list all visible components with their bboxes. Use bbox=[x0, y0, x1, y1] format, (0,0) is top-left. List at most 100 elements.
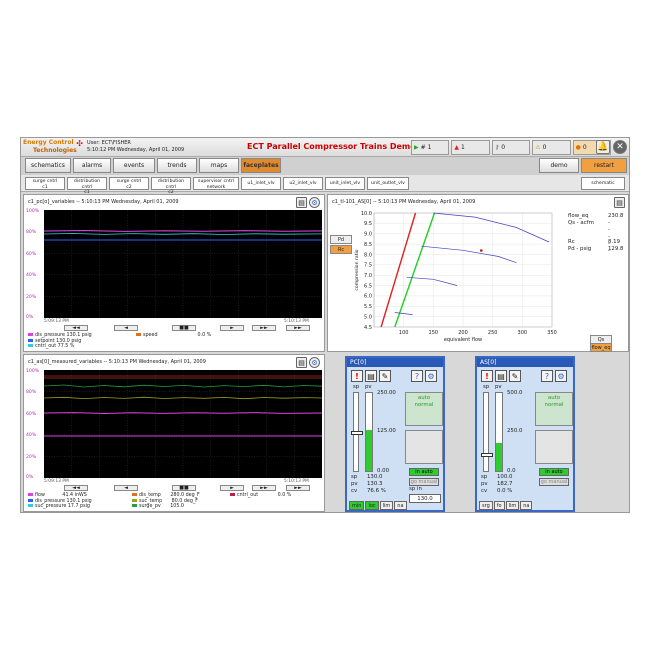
sp-slider-handle[interactable] bbox=[481, 453, 493, 457]
mode-srg-button[interactable]: srg bbox=[479, 501, 493, 510]
nav-trends[interactable]: trends bbox=[157, 158, 197, 173]
live-button[interactable]: ►► bbox=[286, 325, 310, 331]
surge-map-title: c1_tl-101_AS[0] -- 5:10:13 PM Wednesday,… bbox=[332, 199, 476, 205]
mode-lim-button[interactable]: lim bbox=[379, 501, 394, 510]
in-auto-button[interactable]: in auto bbox=[409, 468, 439, 476]
trend-icon[interactable]: ▤ bbox=[365, 370, 377, 382]
print-icon[interactable]: ▤ bbox=[296, 357, 307, 368]
in-auto-button[interactable]: in auto bbox=[539, 468, 569, 476]
demo-button[interactable]: demo bbox=[539, 158, 579, 173]
go-manual-button[interactable]: go manual bbox=[539, 478, 569, 486]
logo-mark-icon: ✣ bbox=[76, 139, 83, 148]
nav-schematics[interactable]: schematics bbox=[25, 158, 71, 173]
mode-loc-button[interactable]: loc bbox=[365, 501, 379, 510]
help-icon[interactable]: ? bbox=[541, 370, 553, 382]
trend-plot-pc[interactable] bbox=[44, 210, 322, 318]
subnav-unit-outlet[interactable]: unit_outlet_vlv bbox=[367, 177, 409, 190]
status-panel bbox=[405, 430, 443, 464]
go-manual-button[interactable]: go manual bbox=[409, 478, 439, 486]
faceplate-title: AS[0] bbox=[477, 358, 573, 367]
status-alarm[interactable]: ▲ 1 bbox=[451, 140, 490, 155]
subnav-supervisor[interactable]: supervisor cntrl network bbox=[193, 177, 239, 190]
subnav-surge-c1[interactable]: surge cntrl c1 bbox=[25, 177, 65, 190]
alarm-icon[interactable]: ! bbox=[481, 370, 493, 382]
faceplate-subnav: surge cntrl c1 distribution cntrl c1 surge… bbox=[21, 175, 629, 195]
x-tick-label: 100 bbox=[399, 330, 409, 336]
subnav-dist-c1[interactable]: distribution cntrl c1 bbox=[67, 177, 107, 195]
subnav-dist-c2[interactable]: distribution cntrl c2 bbox=[151, 177, 191, 195]
forward-button[interactable]: ► bbox=[220, 325, 244, 331]
settings-icon[interactable]: ⚙ bbox=[425, 370, 437, 382]
mode-status: auto normal bbox=[535, 392, 573, 426]
mode-status: auto normal bbox=[405, 392, 443, 426]
surge-map-panel: c1_tl-101_AS[0] -- 5:10:13 PM Wednesday,… bbox=[327, 194, 629, 352]
flow-eq-button[interactable]: flow_eq bbox=[590, 343, 612, 352]
nav-alarms[interactable]: alarms bbox=[73, 158, 111, 173]
y-tick-labels: 100% 80% 60% 40% 20% 0% bbox=[26, 209, 40, 320]
subnav-unit-inlet[interactable]: unit_inlet_vlv bbox=[325, 177, 365, 190]
nav-events[interactable]: events bbox=[113, 158, 155, 173]
subnav-u1-inlet[interactable]: u1_inlet_vlv bbox=[241, 177, 281, 190]
y-tick-label: 9.0 bbox=[364, 232, 372, 238]
mode-min-button[interactable]: min bbox=[349, 501, 365, 510]
trend-icon[interactable]: ▤ bbox=[495, 370, 507, 382]
settings-icon[interactable]: ⚙ bbox=[309, 197, 320, 208]
faceplate-pc: PC[0] ! ▤ ✎ ? ⚙ sp pv 250.00 125.00 0.00… bbox=[345, 356, 445, 512]
forward-button[interactable]: ► bbox=[220, 485, 244, 491]
forward-fast-button[interactable]: ►► bbox=[252, 485, 276, 491]
pv-bar bbox=[495, 392, 503, 472]
status-warning[interactable]: ⚠ 0 bbox=[532, 140, 571, 155]
tune-icon[interactable]: ✎ bbox=[379, 370, 391, 382]
legend-col2: dis_temp 280.0 deg_F suc_temp 80.0 deg_F… bbox=[132, 493, 200, 510]
pv-bar-fill bbox=[366, 430, 372, 471]
status-flag[interactable]: ▶ #1 bbox=[411, 140, 450, 155]
trend-plot-as[interactable] bbox=[44, 370, 322, 478]
surge-map-chart[interactable]: 100 150 200 250 300 350 4.5 5.0 5.5 6.0 6.5 7.0 7.5 8… bbox=[352, 209, 560, 349]
settings-icon[interactable]: ⚙ bbox=[555, 370, 567, 382]
legend-right: speed 0.0 % bbox=[136, 333, 211, 339]
sp-bar[interactable] bbox=[351, 392, 363, 472]
mode-na-button[interactable]: na bbox=[394, 501, 407, 510]
mode-fo-button[interactable]: fo bbox=[493, 501, 505, 510]
restart-button[interactable]: restart bbox=[581, 158, 627, 173]
alarm-icon[interactable]: ! bbox=[351, 370, 363, 382]
warning-icon: ⚠ bbox=[535, 144, 541, 151]
app-title: ECT Parallel Compressor Trains Demo bbox=[247, 142, 416, 151]
schematic-button[interactable]: schematic bbox=[581, 177, 625, 190]
user-label: User: ECT\FISHER bbox=[87, 140, 131, 146]
status-key[interactable]: ⚷ 0 bbox=[491, 140, 531, 155]
close-icon[interactable]: ✕ bbox=[613, 140, 627, 154]
subnav-surge-c2[interactable]: surge cntrl c2 bbox=[109, 177, 149, 190]
y-tick-label: 4.5 bbox=[364, 325, 372, 331]
forward-fast-button[interactable]: ►► bbox=[252, 325, 276, 331]
sp-bar[interactable] bbox=[481, 392, 493, 472]
subnav-u2-inlet[interactable]: u2_inlet_vlv bbox=[283, 177, 323, 190]
pause-button[interactable]: ■■ bbox=[172, 485, 196, 491]
bell-icon[interactable]: 🔔 bbox=[596, 140, 610, 154]
sp-slider-handle[interactable] bbox=[351, 431, 363, 435]
settings-icon[interactable]: ⚙ bbox=[309, 357, 320, 368]
print-icon[interactable]: ▤ bbox=[296, 197, 307, 208]
y-tick-label: 6.0 bbox=[364, 294, 372, 300]
rewind-fast-button[interactable]: ◄◄ bbox=[64, 485, 88, 491]
rewind-fast-button[interactable]: ◄◄ bbox=[64, 325, 88, 331]
y-tick-label: 10.0 bbox=[361, 211, 372, 217]
print-icon[interactable]: ▤ bbox=[614, 197, 625, 208]
legend-left: dis_pressure 130.1 psig setpoint 130.0 p… bbox=[28, 333, 92, 350]
y-tick-label: 8.0 bbox=[364, 252, 372, 258]
pd-button[interactable]: Pd bbox=[330, 235, 352, 244]
mode-na-button[interactable]: na bbox=[520, 501, 533, 510]
nav-maps[interactable]: maps bbox=[199, 158, 239, 173]
live-button[interactable]: ►► bbox=[286, 485, 310, 491]
tune-icon[interactable]: ✎ bbox=[509, 370, 521, 382]
help-icon[interactable]: ? bbox=[411, 370, 423, 382]
rewind-button[interactable]: ◄ bbox=[114, 485, 138, 491]
x-tick-label: 200 bbox=[458, 330, 468, 336]
mode-lim-button[interactable]: lim bbox=[505, 501, 520, 510]
x-tick-label: 350 bbox=[547, 330, 557, 336]
rewind-button[interactable]: ◄ bbox=[114, 325, 138, 331]
rc-button[interactable]: Rc bbox=[330, 245, 352, 254]
pause-button[interactable]: ■■ bbox=[172, 325, 196, 331]
sp-in-field[interactable]: 130.0 bbox=[409, 494, 441, 503]
nav-faceplates[interactable]: faceplates bbox=[241, 158, 281, 173]
